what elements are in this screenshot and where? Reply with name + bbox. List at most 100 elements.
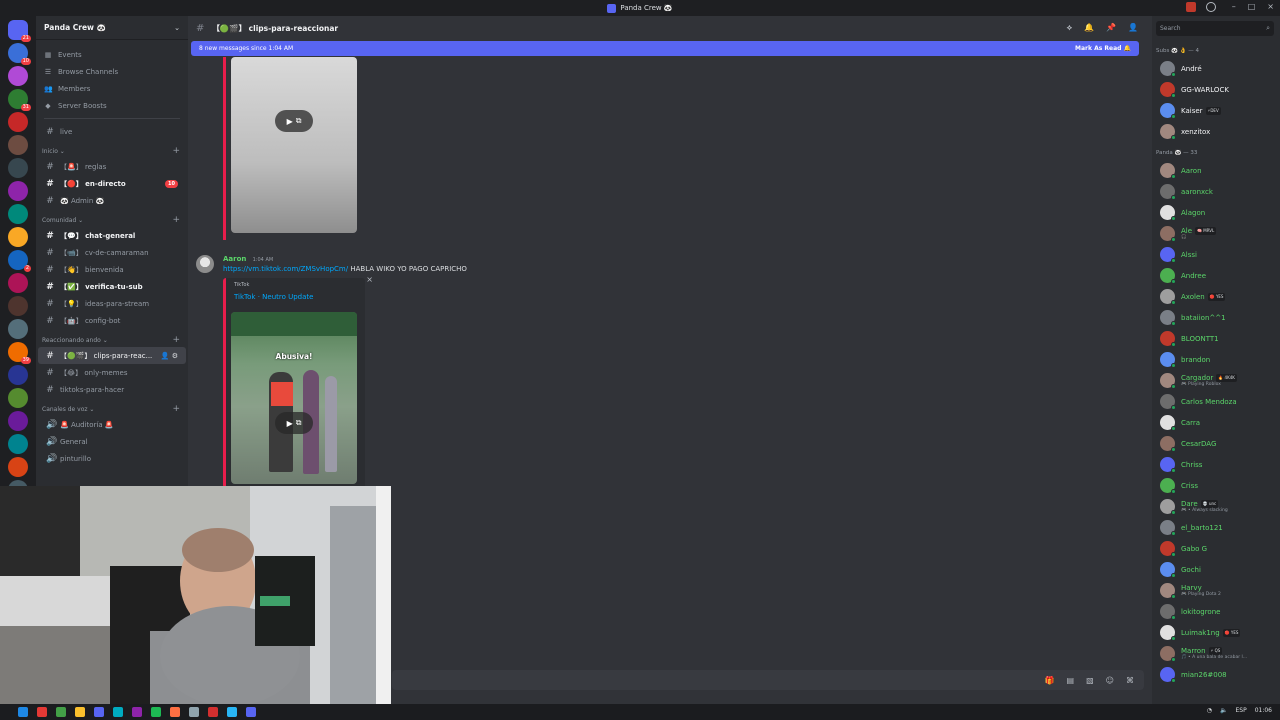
clock[interactable]: 01:06 (1255, 707, 1272, 714)
channel-item[interactable]: # 【🟢🎬】 clips-para-reac... 👤 ⚙ (38, 347, 186, 364)
channel-item[interactable]: # 【✅】 verifica-tu-sub (38, 278, 186, 295)
member-item[interactable]: CesarDAG (1152, 433, 1280, 454)
server-icon[interactable] (8, 158, 28, 178)
channel-settings-icon[interactable]: 👤 ⚙ (161, 352, 178, 360)
member-item[interactable]: Alagon (1152, 202, 1280, 223)
channel-category[interactable]: Canales de voz ⌄ + (36, 402, 188, 416)
member-item[interactable]: GG-WARLOCK (1152, 79, 1280, 100)
play-video-button[interactable]: ▶ ⧉ (275, 110, 313, 132)
taskbar-app-icon[interactable] (56, 707, 66, 717)
language-indicator[interactable]: ESP (1235, 707, 1246, 714)
member-item[interactable]: Criss (1152, 475, 1280, 496)
channel-item[interactable]: 🔊 pinturillo (38, 450, 186, 467)
bell-icon[interactable]: 🔔 (1084, 23, 1094, 33)
member-item[interactable]: Gochi (1152, 559, 1280, 580)
member-item[interactable]: Cargador 🔥 4K4K 🎮 Playing Roblox (1152, 370, 1280, 391)
member-item[interactable]: mian26#008 (1152, 664, 1280, 685)
channel-item[interactable]: # 【🚨】 reglas (38, 158, 186, 175)
channel-item[interactable]: 🔊 General (38, 433, 186, 450)
channel-item[interactable]: # 【💡】 ideas-para-stream (38, 295, 186, 312)
member-item[interactable]: Dare 💀 unc 🎮 • Always slacking (1152, 496, 1280, 517)
member-item[interactable]: André (1152, 58, 1280, 79)
add-channel-icon[interactable]: + (172, 404, 180, 414)
member-list-icon[interactable]: 👤 (1128, 23, 1138, 33)
member-item[interactable]: Harvy 🎮 Playing Dota 2 (1152, 580, 1280, 601)
taskbar-app-icon[interactable] (94, 707, 104, 717)
help-icon[interactable] (1206, 2, 1216, 12)
server-icon[interactable] (8, 365, 28, 385)
server-icon[interactable] (8, 457, 28, 477)
member-item[interactable]: Chriss (1152, 454, 1280, 475)
channel-item[interactable]: # 【👋】 bienvenida (38, 261, 186, 278)
nav-server-boosts[interactable]: ◆ Server Boosts (36, 97, 188, 114)
server-icon[interactable]: 31 (8, 89, 31, 111)
server-icon[interactable] (8, 296, 28, 316)
server-icon[interactable] (8, 66, 28, 86)
channel-item[interactable]: # 【🤖】 config-bot (38, 312, 186, 329)
member-item[interactable]: Gabo G (1152, 538, 1280, 559)
add-channel-icon[interactable]: + (172, 335, 180, 345)
close-icon[interactable]: × (366, 275, 373, 284)
add-channel-icon[interactable]: + (172, 215, 180, 225)
member-item[interactable]: el_barto121 (1152, 517, 1280, 538)
search-input[interactable]: Search ⌕ (1156, 20, 1274, 36)
taskbar-app-icon[interactable] (246, 707, 256, 717)
taskbar-app-icon[interactable] (151, 707, 161, 717)
nav-events[interactable]: ▦ Events (36, 46, 188, 63)
server-icon[interactable]: 10 (8, 43, 31, 65)
add-channel-icon[interactable]: + (172, 146, 180, 156)
maximize-button[interactable]: □ (1248, 2, 1256, 11)
server-icon[interactable]: 2 (8, 250, 31, 272)
member-item[interactable]: lokitogrone (1152, 601, 1280, 622)
embed-video-thumbnail[interactable]: Abusiva! ▶ ⧉ (231, 312, 357, 484)
channel-item[interactable]: # 【📹】 cv-de-camaraman (38, 244, 186, 261)
server-icon[interactable] (8, 411, 28, 431)
wifi-icon[interactable]: ◔ (1207, 707, 1212, 714)
taskbar-app-icon[interactable] (208, 707, 218, 717)
server-icon[interactable] (8, 273, 28, 293)
member-item[interactable]: Carlos Mendoza (1152, 391, 1280, 412)
channel-item[interactable]: # tiktoks-para-hacer (38, 381, 186, 398)
taskbar-app-icon[interactable] (170, 707, 180, 717)
channel-category[interactable]: Inicio ⌄ + (36, 144, 188, 158)
emoji-icon[interactable]: ☺ (1106, 676, 1114, 685)
server-icon[interactable] (8, 204, 28, 224)
member-item[interactable]: Carra (1152, 412, 1280, 433)
server-icon[interactable] (8, 112, 28, 132)
video-thumbnail[interactable]: ▶ ⧉ (231, 57, 357, 233)
server-icon[interactable] (8, 227, 28, 247)
taskbar-app-icon[interactable] (37, 707, 47, 717)
mark-as-read-button[interactable]: Mark As Read 🔔 (1075, 45, 1131, 52)
message-author[interactable]: Aaron (223, 255, 246, 263)
channel-item[interactable]: # 【😂】 only-memes (38, 364, 186, 381)
member-item[interactable]: Andree (1152, 265, 1280, 286)
server-icon[interactable] (8, 388, 28, 408)
pin-icon[interactable]: 📌 (1106, 23, 1116, 33)
member-item[interactable]: Marron ⚡ QS 🎵 • A una bala de acabar l... (1152, 643, 1280, 664)
close-window-button[interactable]: × (1267, 2, 1274, 11)
member-item[interactable]: bataiion^^1 (1152, 307, 1280, 328)
member-item[interactable]: Kaiser ⚡DEV (1152, 100, 1280, 121)
gif-icon[interactable]: ▤ (1067, 676, 1075, 685)
nav-browse-channels[interactable]: ☰ Browse Channels (36, 63, 188, 80)
taskbar-app-icon[interactable] (227, 707, 237, 717)
direct-messages-icon[interactable]: 21 (8, 20, 31, 42)
nav-members[interactable]: 👥 Members (36, 80, 188, 97)
channel-category[interactable]: Reaccionando ando ⌄ + (36, 333, 188, 347)
play-video-button[interactable]: ▶ ⧉ (275, 412, 313, 434)
taskbar-app-icon[interactable] (189, 707, 199, 717)
member-item[interactable]: Alssi (1152, 244, 1280, 265)
guild-header[interactable]: Panda Crew 🐼 ⌄ (36, 16, 188, 40)
channel-item[interactable]: # 🐼 Admin 🐼 (38, 192, 186, 209)
member-item[interactable]: Luimak1ng 🔴 YES (1152, 622, 1280, 643)
channel-item[interactable]: # 【🔴】 en-directo 10 (38, 175, 186, 192)
message-link[interactable]: https://vm.tiktok.com/ZMSvHopCm/ (223, 265, 348, 273)
taskbar-app-icon[interactable] (113, 707, 123, 717)
taskbar-app-icon[interactable] (75, 707, 85, 717)
gift-icon[interactable]: 🎁 (1045, 676, 1055, 685)
server-icon[interactable] (8, 434, 28, 454)
member-item[interactable]: aaronxck (1152, 181, 1280, 202)
channel-item[interactable]: 🔊 🚨 Auditoría 🚨 (38, 416, 186, 433)
member-item[interactable]: brandon (1152, 349, 1280, 370)
minimize-button[interactable]: – (1232, 2, 1236, 11)
